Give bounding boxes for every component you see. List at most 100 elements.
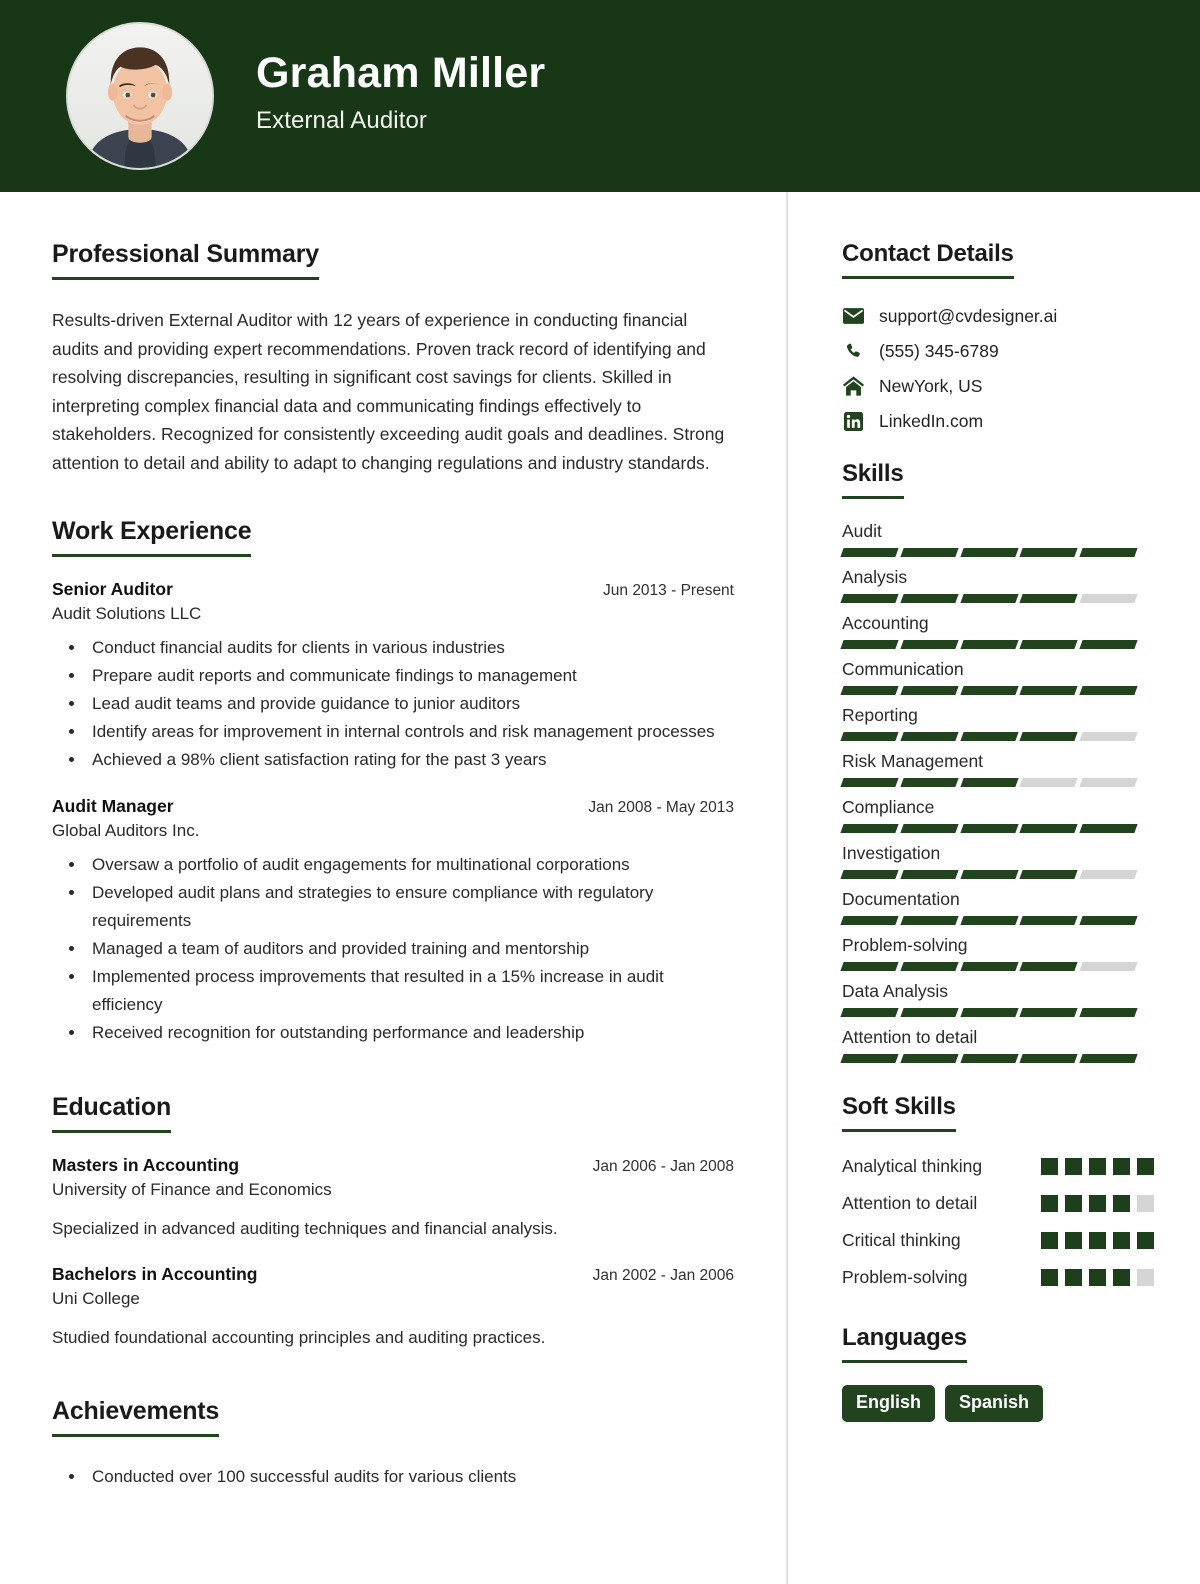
education-entry-head: Masters in Accounting Jan 2006 - Jan 200… xyxy=(52,1155,734,1176)
experience-entry-head: Senior Auditor Jun 2013 - Present xyxy=(52,579,734,600)
skill-level-meter xyxy=(840,686,1138,695)
soft-skill-level-square xyxy=(1041,1269,1058,1286)
contact-item-location[interactable]: NewYork, US xyxy=(842,375,1154,397)
language-chip: English xyxy=(842,1385,936,1422)
skill-name: Analysis xyxy=(842,567,908,587)
experience-bullets: Oversaw a portfolio of audit engagements… xyxy=(52,851,734,1047)
experience-entry: Audit Manager Jan 2008 - May 2013 Global… xyxy=(52,796,734,1047)
soft-skill-row: Analytical thinking xyxy=(842,1154,1154,1179)
resume-header: Graham Miller External Auditor xyxy=(0,0,1200,192)
education-school: Uni College xyxy=(52,1289,140,1308)
soft-skill-row: Attention to detail xyxy=(842,1191,1154,1216)
skill-name: Data Analysis xyxy=(842,981,949,1001)
page-title: Graham Miller xyxy=(256,48,546,97)
experience-entry: Senior Auditor Jun 2013 - Present Audit … xyxy=(52,579,734,774)
section-work-experience: Work Experience Senior Auditor Jun 2013 … xyxy=(52,517,734,1047)
contact-item-phone[interactable]: (555) 345-6789 xyxy=(842,340,1154,362)
experience-date: Jun 2013 - Present xyxy=(603,582,734,599)
skill-row: Attention to detail xyxy=(840,1027,1154,1063)
skill-level-segment xyxy=(959,732,1019,741)
skill-level-segment xyxy=(1079,548,1138,557)
skill-level-segment xyxy=(959,870,1019,879)
list-item: Managed a team of auditors and provided … xyxy=(86,935,734,963)
skill-level-meter xyxy=(840,778,1138,787)
skill-level-segment xyxy=(840,548,899,557)
education-date: Jan 2006 - Jan 2008 xyxy=(592,1158,734,1175)
skill-level-segment xyxy=(840,686,899,695)
contact-item-email[interactable]: support@cvdesigner.ai xyxy=(842,305,1154,327)
section-heading-skills: Skills xyxy=(842,460,904,499)
soft-skill-level-square xyxy=(1065,1269,1082,1286)
skill-level-meter xyxy=(840,1008,1138,1017)
soft-skill-name: Problem-solving xyxy=(842,1267,968,1287)
section-heading-education: Education xyxy=(52,1093,171,1133)
skill-level-meter xyxy=(840,1054,1138,1063)
skill-name: Investigation xyxy=(842,843,941,863)
skill-level-segment xyxy=(900,594,959,603)
skill-name: Audit xyxy=(842,521,882,541)
skill-level-segment xyxy=(1019,686,1078,695)
skill-row: Data Analysis xyxy=(840,981,1154,1017)
contact-item-linkedin[interactable]: LinkedIn.com xyxy=(842,410,1154,432)
soft-skill-level-square xyxy=(1113,1195,1130,1212)
skill-level-segment xyxy=(959,594,1019,603)
skill-level-segment xyxy=(1079,594,1138,603)
skill-name: Compliance xyxy=(842,797,935,817)
list-item: Lead audit teams and provide guidance to… xyxy=(86,690,734,718)
section-achievements: Achievements Conducted over 100 successf… xyxy=(52,1397,734,1491)
list-item: Conduct financial audits for clients in … xyxy=(86,634,734,662)
list-item: Received recognition for outstanding per… xyxy=(86,1019,734,1047)
skill-level-segment xyxy=(900,778,959,787)
skill-name: Accounting xyxy=(842,613,929,633)
section-heading-experience: Work Experience xyxy=(52,517,252,557)
experience-role: Audit Manager xyxy=(52,796,174,816)
skill-level-segment xyxy=(900,870,959,879)
skill-level-segment xyxy=(1019,732,1078,741)
education-entry: Masters in Accounting Jan 2006 - Jan 200… xyxy=(52,1155,734,1242)
section-contact-details: Contact Details support@cvdesigner.ai (5… xyxy=(842,240,1154,432)
section-skills: Skills Audit Analysis Accounting Communicat… xyxy=(840,460,1154,1063)
skill-name: Communication xyxy=(842,659,964,679)
avatar-photo xyxy=(68,24,212,168)
soft-skill-level-square xyxy=(1113,1269,1130,1286)
soft-skill-name: Analytical thinking xyxy=(842,1156,983,1176)
skill-level-segment xyxy=(900,686,959,695)
soft-skill-level-square xyxy=(1065,1232,1082,1249)
education-description: Specialized in advanced auditing techniq… xyxy=(52,1219,558,1238)
skill-row: Risk Management xyxy=(840,751,1154,787)
section-professional-summary: Professional Summary Results-driven Exte… xyxy=(52,240,734,477)
skill-level-segment xyxy=(1079,778,1138,787)
soft-skill-level-meter xyxy=(1041,1265,1154,1286)
soft-skill-row: Critical thinking xyxy=(842,1228,1154,1253)
skill-level-segment xyxy=(1079,916,1138,925)
education-entry-head: Bachelors in Accounting Jan 2002 - Jan 2… xyxy=(52,1264,734,1285)
list-item: Prepare audit reports and communicate fi… xyxy=(86,662,734,690)
skill-level-segment xyxy=(1079,1054,1138,1063)
soft-skill-level-square xyxy=(1089,1232,1106,1249)
experience-bullets: Conduct financial audits for clients in … xyxy=(52,634,734,774)
skill-level-segment xyxy=(959,640,1019,649)
skill-level-meter xyxy=(840,594,1138,603)
contact-list: support@cvdesigner.ai (555) 345-6789 New… xyxy=(842,305,1154,432)
soft-skill-level-square xyxy=(1113,1158,1130,1175)
skill-level-segment xyxy=(840,732,899,741)
section-heading-soft-skills: Soft Skills xyxy=(842,1093,956,1132)
skill-level-meter xyxy=(840,870,1138,879)
skill-level-segment xyxy=(1019,1008,1078,1017)
soft-skill-level-square xyxy=(1089,1195,1106,1212)
skill-level-segment xyxy=(1019,824,1078,833)
resume-body: Professional Summary Results-driven Exte… xyxy=(0,192,1200,1584)
skill-level-segment xyxy=(1079,824,1138,833)
home-icon xyxy=(842,375,864,397)
skill-level-segment xyxy=(959,962,1019,971)
soft-skill-level-square xyxy=(1089,1269,1106,1286)
soft-skill-level-square xyxy=(1137,1195,1154,1212)
skill-row: Audit xyxy=(840,521,1154,557)
skill-name: Risk Management xyxy=(842,751,984,771)
soft-skill-name: Critical thinking xyxy=(842,1230,961,1250)
skill-level-segment xyxy=(840,778,899,787)
envelope-icon xyxy=(842,305,864,327)
skill-name: Documentation xyxy=(842,889,960,909)
skill-level-segment xyxy=(840,640,899,649)
education-degree: Masters in Accounting xyxy=(52,1155,240,1175)
